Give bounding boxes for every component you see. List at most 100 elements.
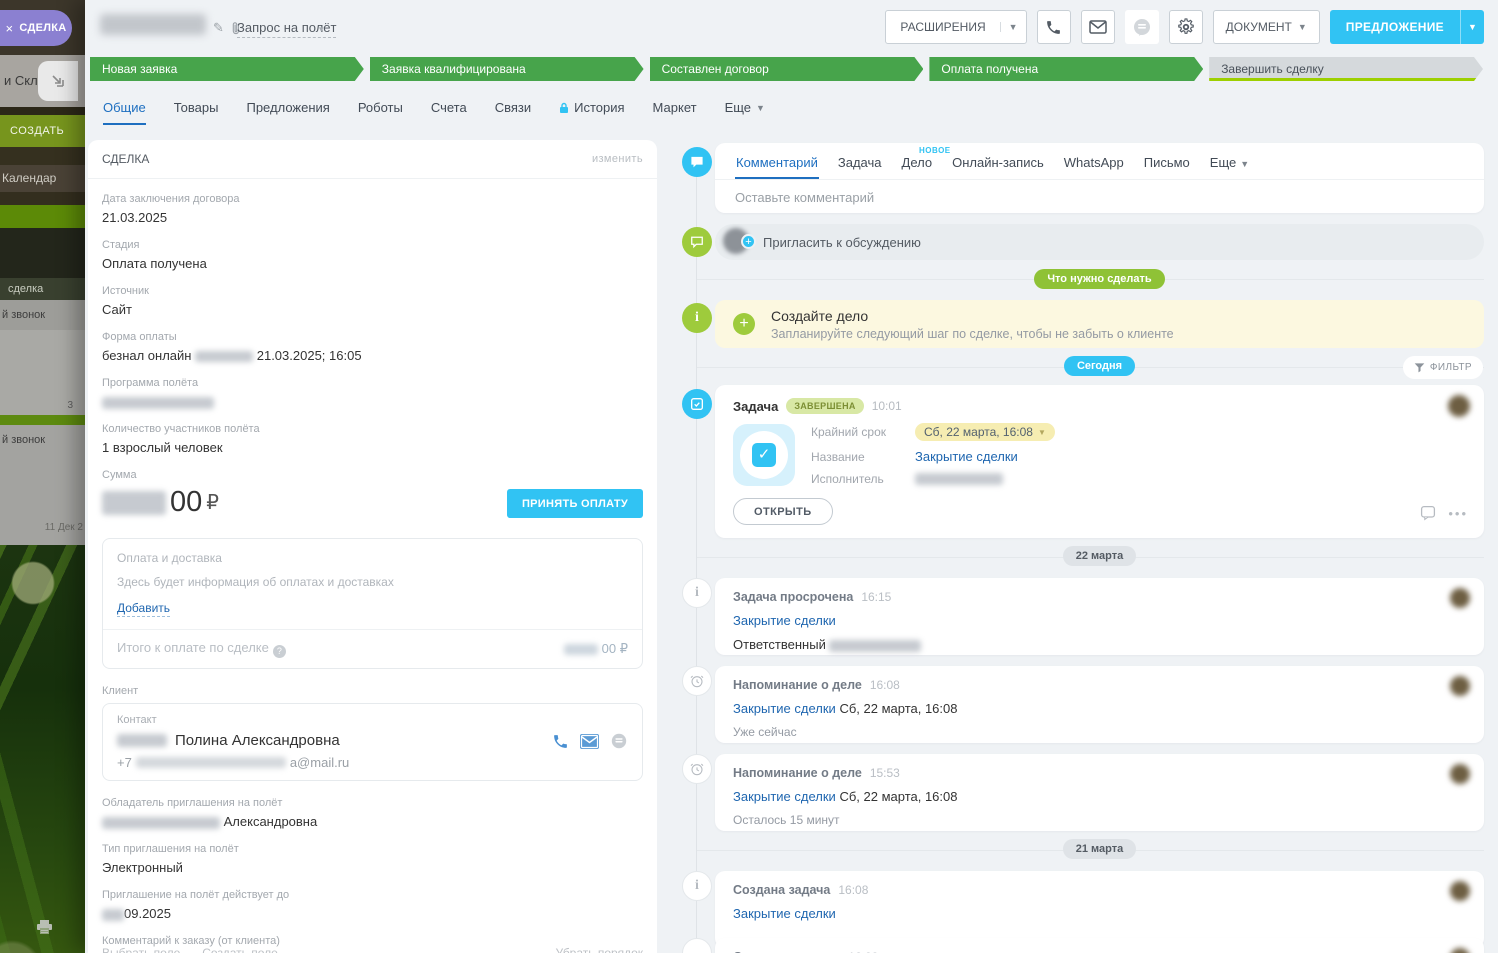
email-button[interactable] bbox=[1080, 10, 1115, 44]
settings-button[interactable] bbox=[1168, 10, 1203, 44]
composer-tab-activity[interactable]: Дело bbox=[901, 146, 934, 179]
composer-tab-whatsapp[interactable]: WhatsApp bbox=[1063, 146, 1125, 179]
alarm-clock-icon bbox=[690, 763, 704, 776]
tab-invoices[interactable]: Счета bbox=[431, 100, 467, 125]
call-button[interactable] bbox=[1036, 10, 1071, 44]
stage-contract[interactable]: Составлен договор bbox=[650, 57, 924, 81]
header-toolbar: РАСШИРЕНИЯ ▼ ДОКУМЕНТ ▼ ПРЕДЛОЖЕНИЕ ▼ bbox=[885, 10, 1484, 44]
task-link[interactable]: Закрытие сделки bbox=[733, 701, 836, 716]
more-actions-icon[interactable]: ••• bbox=[1448, 506, 1468, 521]
chat-bubble-outline-icon bbox=[691, 236, 703, 248]
tab-quotes[interactable]: Предложения bbox=[246, 100, 329, 125]
avatar bbox=[1450, 948, 1470, 953]
bg-grass-photo bbox=[0, 545, 85, 953]
open-task-button[interactable]: ОТКРЫТЬ bbox=[733, 498, 833, 525]
tab-robots[interactable]: Роботы bbox=[358, 100, 403, 125]
contact-card[interactable]: Контакт Полина Александровна +7 a@mail.r… bbox=[102, 703, 643, 781]
field-source: Источник Сайт bbox=[102, 285, 149, 317]
composer-tab-booking[interactable]: Онлайн-запись bbox=[951, 146, 1045, 179]
document-button[interactable]: ДОКУМЕНТ ▼ bbox=[1212, 10, 1320, 44]
comment-input[interactable]: Оставьте комментарий bbox=[715, 180, 1484, 215]
composer-tab-email[interactable]: Письмо bbox=[1143, 146, 1191, 179]
task-link[interactable]: Закрытие сделки bbox=[915, 449, 1018, 464]
proposal-button[interactable]: ПРЕДЛОЖЕНИЕ ▼ bbox=[1329, 10, 1484, 44]
field-order-link[interactable]: Убрать порядок bbox=[555, 946, 643, 953]
stage-new[interactable]: Новая заявка bbox=[90, 57, 364, 81]
avatar bbox=[1450, 588, 1470, 608]
accept-payment-button[interactable]: ПРИНЯТЬ ОПЛАТУ bbox=[506, 489, 643, 518]
edit-pencil-icon[interactable]: ✎ bbox=[213, 20, 224, 36]
entry-title: Напоминание о деле bbox=[733, 766, 862, 780]
close-icon[interactable]: × bbox=[5, 21, 13, 36]
task-link[interactable]: Закрытие сделки bbox=[733, 613, 836, 628]
create-activity-title: Создайте дело bbox=[771, 308, 869, 324]
extensions-label: РАСШИРЕНИЯ bbox=[900, 20, 986, 34]
entry-time: 15:53 bbox=[869, 766, 900, 780]
chevron-down-icon[interactable]: ▼ bbox=[1460, 10, 1484, 44]
composer-tab-comment[interactable]: Комментарий bbox=[735, 146, 819, 179]
comment-rail-icon bbox=[682, 147, 712, 177]
create-field-link[interactable]: Создать поле bbox=[202, 946, 278, 953]
tab-general[interactable]: Общие bbox=[103, 100, 146, 125]
info-rail-icon: i bbox=[682, 871, 712, 901]
invite-to-discussion[interactable]: + Пригласить к обсуждению bbox=[715, 224, 1484, 260]
openlines-chat-icon[interactable] bbox=[610, 732, 628, 750]
divider bbox=[88, 178, 657, 179]
task-check-icon: ✓ bbox=[752, 443, 776, 467]
bg-deal-label: сделка bbox=[0, 278, 85, 300]
reminder-note: Осталось 15 минут bbox=[733, 813, 840, 827]
openlines-button[interactable] bbox=[1124, 10, 1159, 44]
tab-history[interactable]: История bbox=[559, 100, 625, 125]
mail-icon bbox=[1088, 20, 1107, 34]
currency-symbol: ₽ bbox=[206, 492, 219, 514]
mail-icon[interactable] bbox=[580, 733, 599, 749]
comment-icon[interactable] bbox=[1420, 505, 1436, 521]
chat-bubble-icon bbox=[691, 156, 703, 167]
assignee-label: Исполнитель bbox=[811, 472, 884, 486]
composer-tab-more[interactable]: Еще ▼ bbox=[1209, 146, 1250, 179]
stage-close[interactable]: Завершить сделку bbox=[1209, 57, 1483, 81]
tab-market[interactable]: Маркет bbox=[653, 100, 697, 125]
help-icon[interactable]: ? bbox=[272, 645, 286, 658]
reminder-note: Уже сейчас bbox=[733, 725, 797, 739]
tab-relations[interactable]: Связи bbox=[495, 100, 531, 125]
stage-paid[interactable]: Оплата получена bbox=[929, 57, 1203, 81]
bg-divider bbox=[0, 192, 85, 205]
collapse-slider-button[interactable] bbox=[38, 61, 78, 101]
contact-email[interactable]: a@mail.ru bbox=[290, 755, 349, 770]
timeline-entry-task-overdue: Задача просрочена 16:15 Закрытие сделки … bbox=[715, 578, 1484, 655]
phone-icon[interactable] bbox=[552, 733, 569, 750]
edit-link[interactable]: изменить bbox=[592, 153, 643, 165]
chevron-down-icon: ▼ bbox=[1297, 22, 1307, 32]
task-link[interactable]: Закрытие сделки bbox=[733, 906, 836, 921]
divider bbox=[103, 629, 642, 630]
tab-products[interactable]: Товары bbox=[174, 100, 219, 125]
chevron-down-icon: ▼ bbox=[756, 102, 765, 113]
create-activity-subtitle: Запланируйте следующий шаг по сделке, чт… bbox=[771, 327, 1174, 341]
tab-more[interactable]: Еще ▼ bbox=[725, 100, 765, 125]
contact-name[interactable]: Полина Александровна bbox=[175, 732, 340, 749]
filter-button[interactable]: ФИЛЬТР bbox=[1402, 356, 1483, 379]
field-contract-date: Дата заключения договора 21.03.2025 bbox=[102, 193, 240, 225]
stage-qualified[interactable]: Заявка квалифицирована bbox=[370, 57, 644, 81]
bg-green-line bbox=[0, 415, 85, 425]
printer-icon[interactable] bbox=[36, 920, 53, 935]
proposal-label: ПРЕДЛОЖЕНИЕ bbox=[1345, 20, 1444, 34]
entry-time: 16:08 bbox=[869, 678, 900, 692]
deadline-pill[interactable]: Сб, 22 марта, 16:08 ▼ bbox=[915, 423, 1055, 441]
add-user-icon: + bbox=[741, 234, 756, 249]
redacted-amount bbox=[564, 644, 599, 656]
bg-date-label: 11 Дек 2 bbox=[44, 522, 83, 533]
slider-close-tab[interactable]: × СДЕЛКА bbox=[0, 10, 72, 46]
create-activity-banner[interactable]: + Создайте дело Запланируйте следующий ш… bbox=[715, 300, 1484, 348]
composer-tab-task[interactable]: Задача bbox=[837, 146, 883, 179]
add-payment-link[interactable]: Добавить bbox=[117, 601, 171, 617]
slider-tab-label: СДЕЛКА bbox=[19, 22, 67, 34]
date-separator: 21 марта bbox=[715, 839, 1484, 859]
entry-time: 16:08 bbox=[838, 883, 869, 897]
task-link[interactable]: Закрытие сделки bbox=[733, 789, 836, 804]
bg-call-item: й звонок bbox=[0, 425, 85, 455]
select-field-link[interactable]: Выбрать поле bbox=[102, 946, 180, 953]
extensions-button[interactable]: РАСШИРЕНИЯ ▼ bbox=[885, 10, 1027, 44]
chevron-down-icon[interactable]: ▼ bbox=[999, 22, 1026, 32]
